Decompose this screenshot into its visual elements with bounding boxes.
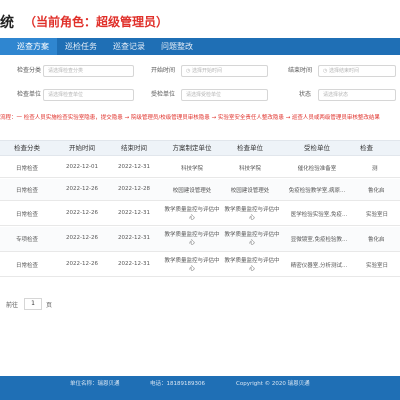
column-header: 检查分类 (14, 144, 40, 152)
app-header: 统 （当前角色：超级管理员） (0, 0, 400, 38)
system-title: 统 (0, 15, 14, 31)
filter-label-status: 状态 (299, 91, 312, 98)
role-indicator: （当前角色：超级管理员） (24, 15, 169, 29)
cell-category: 日常检查 (15, 188, 38, 194)
table-row[interactable]: 日常检查 2022-12-01 2022-12-31 科技学院 科技学院 催化检… (0, 157, 400, 178)
pager-suffix: 页 (46, 302, 53, 309)
cell-inspection: 实验室日 (366, 263, 389, 269)
cell-inspected-unit: 显微镜室,免疫检验教... (290, 237, 348, 243)
column-header: 结束时间 (121, 144, 147, 152)
cell-inspect-unit: 教学质量监控与评估中心 (224, 207, 280, 221)
filter-label-inspect-unit: 检查单位 (17, 91, 42, 98)
column-header: 检查 (360, 144, 373, 152)
cell-inspect-unit: 科技学院 (238, 166, 261, 172)
cell-end-date: 2022-12-28 (118, 186, 150, 192)
column-header: 开始时间 (69, 144, 95, 152)
table-row[interactable]: 日常检查 2022-12-26 2022-12-31 教学质量监控与评估中心 教… (0, 202, 400, 226)
footer-copyright: Copyright © 2020 瑞恩贝通 (236, 381, 310, 387)
cell-inspection: 鲁化启 (368, 237, 385, 243)
page-jump-input[interactable]: 1 (24, 298, 42, 310)
cell-plan-unit: 校园建设管理处 (172, 188, 212, 194)
cell-start-date: 2022-12-26 (66, 261, 98, 267)
table-row[interactable]: 专项检查 2022-12-26 2022-12-31 教学质量监控与评估中心 教… (0, 227, 400, 252)
cell-category: 日常检查 (15, 166, 38, 172)
tab-inspection-plan[interactable]: 巡查方案 (0, 38, 57, 55)
category-select[interactable]: 请选择检查分类 (43, 65, 134, 77)
filter-label-category: 检查分类 (17, 67, 42, 74)
cell-inspected-unit: 催化检验准备室 (297, 166, 337, 172)
filter-row-1: 检查分类 请选择检查分类 开始时间 ◷ 选择开始时间 结束时间 ◷ 选择结束时间 (0, 64, 400, 80)
cell-inspected-unit: 免疫检验教学室,病原... (288, 188, 346, 194)
cell-plan-unit: 教学质量监控与评估中心 (164, 232, 220, 246)
cell-inspect-unit: 教学质量监控与评估中心 (224, 258, 280, 272)
cell-inspected-unit: 精密仪器室,分析测试... (290, 263, 348, 269)
tab-inspection-record[interactable]: 巡查记录 (105, 38, 153, 55)
cell-start-date: 2022-12-26 (66, 210, 98, 216)
footer-phone: 电话：18189189306 (150, 381, 205, 387)
cell-plan-unit: 教学质量监控与评估中心 (164, 258, 220, 272)
cell-inspected-unit: 医学检验实验室,免疫... (290, 212, 348, 218)
cell-end-date: 2022-12-31 (118, 164, 150, 170)
cell-start-date: 2022-12-26 (66, 235, 98, 241)
footer-unit: 单位名称：瑞恩贝通 (70, 381, 120, 387)
filter-label-start-time: 开始时间 (151, 67, 176, 74)
main-nav: 巡查方案 巡检任务 巡查记录 问题整改 (0, 38, 400, 55)
cell-plan-unit: 科技学院 (180, 166, 203, 172)
cell-end-date: 2022-12-31 (118, 235, 150, 241)
inspected-unit-select[interactable]: 请选择受检单位 (181, 89, 268, 101)
tab-inspection-task[interactable]: 巡检任务 (57, 38, 105, 55)
cell-end-date: 2022-12-31 (118, 210, 150, 216)
cell-start-date: 2022-12-26 (66, 186, 98, 192)
filter-row-2: 检查单位 请选择检查单位 受检单位 请选择受检单位 状态 请选择状态 (0, 88, 400, 104)
cell-end-date: 2022-12-31 (118, 261, 150, 267)
filter-label-end-time: 结束时间 (288, 67, 313, 74)
pager-prefix: 前往 (6, 302, 19, 309)
cell-start-date: 2022-12-01 (66, 164, 98, 170)
table-row[interactable]: 日常检查 2022-12-26 2022-12-28 校园建设管理处 校园建设管… (0, 179, 400, 201)
column-header: 受检单位 (304, 144, 330, 152)
page-footer: 单位名称：瑞恩贝通 电话：18189189306 Copyright © 202… (0, 376, 400, 400)
cell-category: 专项检查 (15, 237, 38, 243)
cell-inspection: 实验室日 (366, 212, 389, 218)
filter-label-inspected-unit: 受检单位 (151, 91, 176, 98)
cell-inspect-unit: 教学质量监控与评估中心 (224, 232, 280, 246)
column-header: 检查单位 (237, 144, 263, 152)
table-header: 检查分类 开始时间 结束时间 方案制定单位 检查单位 受检单位 检查 (0, 140, 400, 156)
end-time-input[interactable]: ◷ 选择结束时间 (318, 65, 396, 77)
status-select[interactable]: 请选择状态 (318, 89, 396, 101)
start-time-input[interactable]: ◷ 选择开始时间 (181, 65, 268, 77)
workflow-notice: 流程：一 检查人员实施检查实验室隐患，提交隐患 → 院级管理员/校级管理员审核隐… (0, 115, 380, 121)
cell-category: 日常检查 (15, 263, 38, 269)
cell-category: 日常检查 (15, 212, 38, 218)
cell-inspect-unit: 校园建设管理处 (230, 188, 270, 194)
table-row[interactable]: 日常检查 2022-12-26 2022-12-31 教学质量监控与评估中心 教… (0, 253, 400, 277)
tab-issue-rectification[interactable]: 问题整改 (153, 38, 201, 55)
cell-inspection: 鲁化启 (368, 188, 385, 194)
column-header: 方案制定单位 (172, 144, 212, 152)
cell-plan-unit: 教学质量监控与评估中心 (164, 207, 220, 221)
cell-inspection: 测 (372, 166, 378, 172)
inspect-unit-select[interactable]: 请选择检查单位 (43, 89, 134, 101)
pagination: 前往 1 页 (0, 297, 400, 313)
